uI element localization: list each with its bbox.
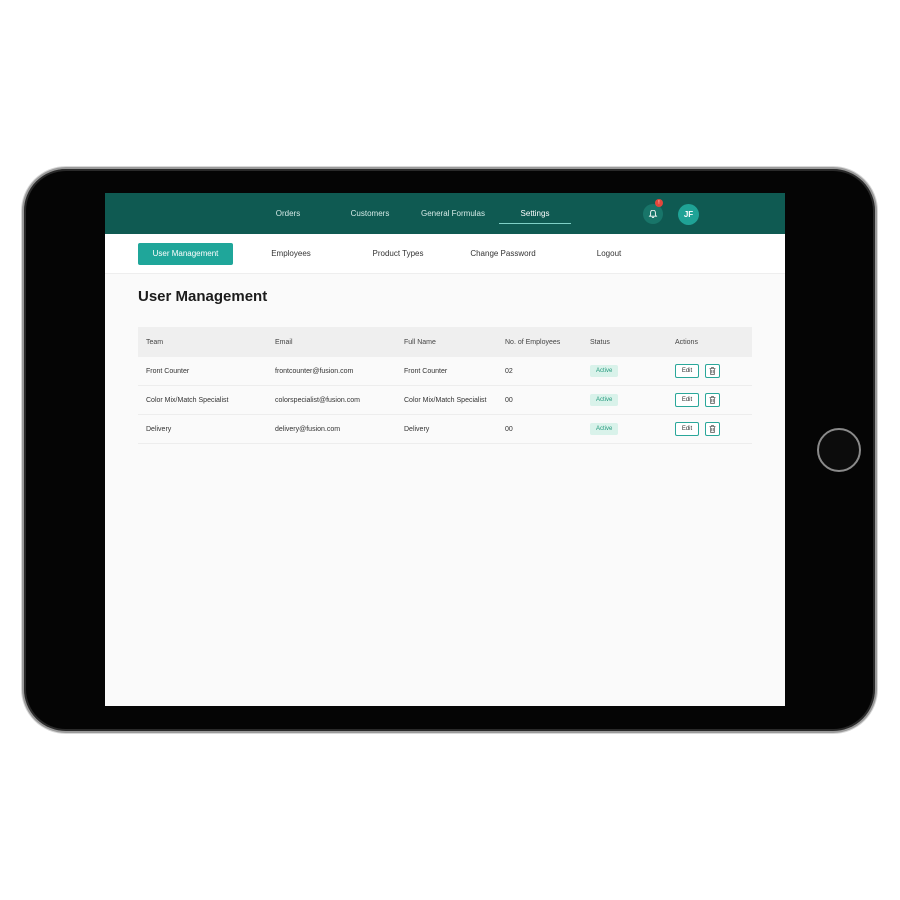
cell-team: Delivery (146, 425, 172, 433)
home-button[interactable] (817, 428, 861, 472)
column-header-team: Team (146, 338, 164, 346)
bell-icon (648, 209, 658, 219)
delete-button[interactable] (705, 364, 720, 378)
table-row: Front Counter frontcounter@fusion.com Fr… (138, 357, 752, 386)
status-cell: Active (590, 386, 619, 414)
status-badge: Active (590, 423, 619, 435)
subnav-product-types[interactable]: Product Types (363, 243, 433, 265)
edit-button[interactable]: Edit (675, 422, 699, 436)
trash-icon (709, 367, 716, 375)
status-badge: Active (590, 394, 619, 406)
column-header-employees: No. of Employees (505, 338, 561, 346)
nav-general-formulas[interactable]: General Formulas (417, 193, 489, 234)
actions-cell: Edit (675, 386, 720, 414)
notification-badge: ! (655, 199, 663, 207)
column-header-email: Email (275, 338, 293, 346)
status-badge: Active (590, 365, 619, 377)
app-screen: Orders Customers General Formulas Settin… (105, 193, 785, 706)
cell-employees: 02 (505, 367, 513, 375)
delete-button[interactable] (705, 393, 720, 407)
subnav-logout[interactable]: Logout (589, 243, 629, 265)
trash-icon (709, 425, 716, 433)
status-cell: Active (590, 415, 619, 443)
table-header: Team Email Full Name No. of Employees St… (138, 327, 752, 357)
nav-active-indicator (499, 223, 571, 224)
cell-full-name: Color Mix/Match Specialist (404, 396, 487, 404)
table-row: Color Mix/Match Specialist colorspeciali… (138, 386, 752, 415)
cell-team: Front Counter (146, 367, 190, 375)
actions-cell: Edit (675, 415, 720, 443)
nav-orders[interactable]: Orders (265, 193, 311, 234)
cell-employees: 00 (505, 396, 513, 404)
column-header-full-name: Full Name (404, 338, 436, 346)
status-cell: Active (590, 357, 619, 385)
edit-button[interactable]: Edit (675, 393, 699, 407)
subnav-user-management[interactable]: User Management (138, 243, 233, 265)
table-row: Delivery delivery@fusion.com Delivery 00… (138, 415, 752, 444)
cell-full-name: Delivery (404, 425, 430, 433)
cell-employees: 00 (505, 425, 513, 433)
nav-settings[interactable]: Settings (499, 193, 571, 234)
subnav-employees[interactable]: Employees (261, 243, 321, 265)
user-management-table: Team Email Full Name No. of Employees St… (138, 327, 752, 444)
subnav-change-password[interactable]: Change Password (463, 243, 543, 265)
nav-customers[interactable]: Customers (343, 193, 397, 234)
delete-button[interactable] (705, 422, 720, 436)
cell-email: colorspecialist@fusion.com (275, 396, 360, 404)
column-header-actions: Actions (675, 338, 698, 346)
cell-email: delivery@fusion.com (275, 425, 341, 433)
page-title: User Management (138, 288, 268, 305)
trash-icon (709, 396, 716, 404)
settings-subnav: User Management Employees Product Types … (105, 234, 785, 274)
column-header-status: Status (590, 338, 610, 346)
user-avatar[interactable]: JF (678, 204, 699, 225)
top-nav-bar: Orders Customers General Formulas Settin… (105, 193, 785, 234)
cell-team: Color Mix/Match Specialist (146, 396, 229, 404)
edit-button[interactable]: Edit (675, 364, 699, 378)
actions-cell: Edit (675, 357, 720, 385)
cell-email: frontcounter@fusion.com (275, 367, 354, 375)
notifications-button[interactable] (643, 204, 663, 224)
cell-full-name: Front Counter (404, 367, 448, 375)
